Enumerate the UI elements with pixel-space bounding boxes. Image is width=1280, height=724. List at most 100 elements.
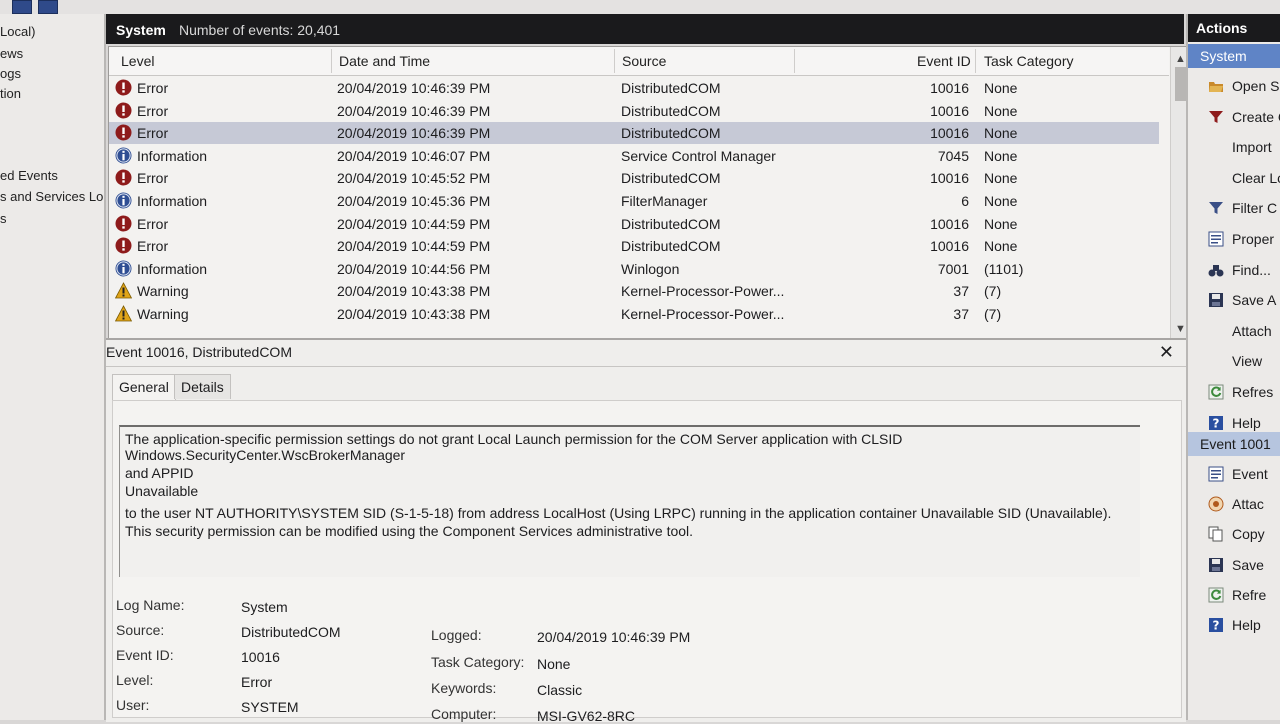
save-icon bbox=[1208, 557, 1224, 573]
error-icon bbox=[115, 124, 132, 141]
tree-item-views[interactable]: ews bbox=[0, 46, 23, 61]
refresh-icon bbox=[1208, 384, 1224, 400]
folder-open-icon bbox=[1208, 78, 1224, 94]
table-row[interactable]: Information 20/04/2019 10:44:56 PM Winlogo… bbox=[109, 258, 1159, 280]
field-level-label: Level: bbox=[116, 672, 154, 688]
message-line: and APPID bbox=[125, 465, 194, 481]
cell-source: DistributedCOM bbox=[621, 80, 721, 96]
field-task-category-label: Task Category: bbox=[431, 654, 525, 670]
top-toolbar-strip bbox=[0, 0, 1280, 14]
tree-item-local[interactable]: Local) bbox=[0, 24, 35, 39]
cell-date-time: 20/04/2019 10:46:39 PM bbox=[337, 125, 491, 142]
cell-task-category: (7) bbox=[984, 306, 1002, 322]
table-row[interactable]: Warning 20/04/2019 10:43:38 PM Kernel-Proc… bbox=[109, 303, 1159, 325]
action-item[interactable]: Save A bbox=[1188, 286, 1280, 314]
table-row[interactable]: Error 20/04/2019 10:46:39 PM DistributedCO… bbox=[109, 100, 1159, 122]
table-row[interactable]: Information 20/04/2019 10:46:07 PM Service… bbox=[109, 145, 1159, 167]
navigation-tree: Local) ews ogs tion ed Events s and Serv… bbox=[0, 14, 106, 720]
tab-general[interactable]: General bbox=[112, 374, 176, 401]
column-event-id[interactable]: Event ID bbox=[917, 53, 971, 69]
action-item[interactable]: Import bbox=[1188, 133, 1280, 161]
table-row[interactable]: Error 20/04/2019 10:44:59 PM DistributedCO… bbox=[109, 235, 1159, 257]
table-row[interactable]: Error 20/04/2019 10:45:52 PM DistributedCO… bbox=[109, 167, 1159, 189]
action-item[interactable]: Find... bbox=[1188, 256, 1280, 284]
cell-source: Service Control Manager bbox=[621, 147, 776, 164]
action-item[interactable]: Create C bbox=[1188, 103, 1280, 131]
warning-icon bbox=[114, 305, 133, 322]
cell-source: DistributedCOM bbox=[621, 102, 721, 119]
cell-event-id: 10016 bbox=[930, 215, 969, 232]
cell-level: Information bbox=[137, 147, 208, 164]
action-item-label: Copy bbox=[1232, 526, 1265, 543]
column-separator[interactable] bbox=[794, 49, 795, 73]
close-icon[interactable]: ✕ bbox=[1159, 342, 1174, 363]
cell-task-category: None bbox=[984, 125, 1018, 142]
tab-details[interactable]: Details bbox=[174, 374, 231, 399]
action-item[interactable]: ? Help bbox=[1188, 611, 1280, 639]
cell-level: Error bbox=[137, 80, 169, 96]
cell-event-id: 37 bbox=[953, 283, 969, 300]
table-row[interactable]: Error 20/04/2019 10:44:59 PM DistributedCO… bbox=[109, 213, 1159, 235]
scroll-up-icon[interactable]: ▲ bbox=[1175, 53, 1186, 65]
action-item[interactable]: Refres bbox=[1188, 378, 1280, 406]
tree-item-application[interactable]: tion bbox=[0, 86, 21, 101]
action-item[interactable]: Proper bbox=[1188, 225, 1280, 253]
event-list[interactable]: Level Date and Time Source Event ID Task… bbox=[108, 46, 1192, 340]
tree-item-logs[interactable]: ogs bbox=[0, 66, 21, 81]
action-item-label: Help bbox=[1232, 414, 1261, 431]
event-message-box[interactable]: The application-specific permission sett… bbox=[119, 425, 1140, 577]
table-row[interactable]: Error 20/04/2019 10:46:39 PM DistributedCO… bbox=[109, 77, 1159, 99]
action-item[interactable]: Event bbox=[1188, 460, 1280, 488]
actions-section-system[interactable]: System bbox=[1188, 44, 1280, 68]
scroll-down-icon[interactable]: ▼ bbox=[1175, 323, 1186, 335]
action-item[interactable]: Clear Lo bbox=[1188, 164, 1280, 192]
action-item[interactable]: Attach bbox=[1188, 317, 1280, 345]
action-item[interactable]: Copy bbox=[1188, 520, 1280, 548]
info-icon bbox=[115, 147, 132, 164]
cell-event-id: 10016 bbox=[930, 170, 969, 187]
column-task-category[interactable]: Task Category bbox=[984, 53, 1073, 69]
action-item[interactable]: Refre bbox=[1188, 581, 1280, 609]
cell-source: Kernel-Processor-Power... bbox=[621, 306, 785, 322]
toolbar-help-icon[interactable] bbox=[12, 0, 32, 14]
action-item-label: Attac bbox=[1232, 496, 1264, 513]
log-header: System Number of events: 20,401 bbox=[106, 14, 1184, 44]
action-item[interactable]: Open Sa bbox=[1188, 72, 1280, 100]
general-tab-body: The application-specific permission sett… bbox=[112, 400, 1182, 724]
column-date-time[interactable]: Date and Time bbox=[339, 53, 430, 69]
action-item[interactable]: View bbox=[1188, 347, 1280, 375]
field-user-label: User: bbox=[116, 697, 150, 713]
action-item-label: Create C bbox=[1232, 108, 1280, 125]
cell-level: Warning bbox=[137, 306, 189, 322]
field-event-id-label: Event ID: bbox=[116, 647, 174, 663]
action-item-label: Help bbox=[1232, 617, 1261, 633]
help-icon: ? bbox=[1208, 415, 1224, 431]
column-source[interactable]: Source bbox=[622, 53, 666, 69]
column-level[interactable]: Level bbox=[121, 53, 154, 69]
cell-task-category: None bbox=[984, 215, 1018, 232]
error-icon bbox=[115, 237, 132, 254]
message-line: The application-specific permission sett… bbox=[125, 431, 903, 447]
toolbar-view-icon[interactable] bbox=[38, 0, 58, 14]
table-row[interactable]: Warning 20/04/2019 10:43:38 PM Kernel-Proc… bbox=[109, 280, 1159, 302]
attach-task-icon bbox=[1208, 496, 1224, 512]
table-row[interactable]: Information 20/04/2019 10:45:36 PM FilterM… bbox=[109, 190, 1159, 212]
action-item[interactable]: Filter C bbox=[1188, 194, 1280, 222]
column-separator[interactable] bbox=[975, 49, 976, 73]
actions-pane: Actions System Open Sa Create C Import Clea… bbox=[1186, 14, 1280, 720]
actions-section-event[interactable]: Event 1001 bbox=[1188, 432, 1280, 456]
table-row[interactable]: Error 20/04/2019 10:46:39 PM DistributedCO… bbox=[109, 122, 1159, 145]
tree-item-forwarded-events[interactable]: ed Events bbox=[0, 168, 58, 183]
action-item[interactable]: Attac bbox=[1188, 490, 1280, 518]
cell-date-time: 20/04/2019 10:44:59 PM bbox=[337, 238, 491, 255]
action-item-label: Refres bbox=[1232, 384, 1274, 400]
column-separator[interactable] bbox=[331, 49, 332, 73]
tree-item-applications-services-logs[interactable]: s and Services Lo bbox=[0, 189, 103, 204]
refresh-icon bbox=[1208, 587, 1224, 603]
action-item[interactable]: Save bbox=[1188, 551, 1280, 579]
column-separator[interactable] bbox=[614, 49, 615, 73]
field-logged-label: Logged: bbox=[431, 627, 482, 643]
cell-date-time: 20/04/2019 10:43:38 PM bbox=[337, 306, 491, 322]
tree-item-subscriptions[interactable]: s bbox=[0, 211, 7, 226]
action-item-label: Refre bbox=[1232, 586, 1267, 603]
